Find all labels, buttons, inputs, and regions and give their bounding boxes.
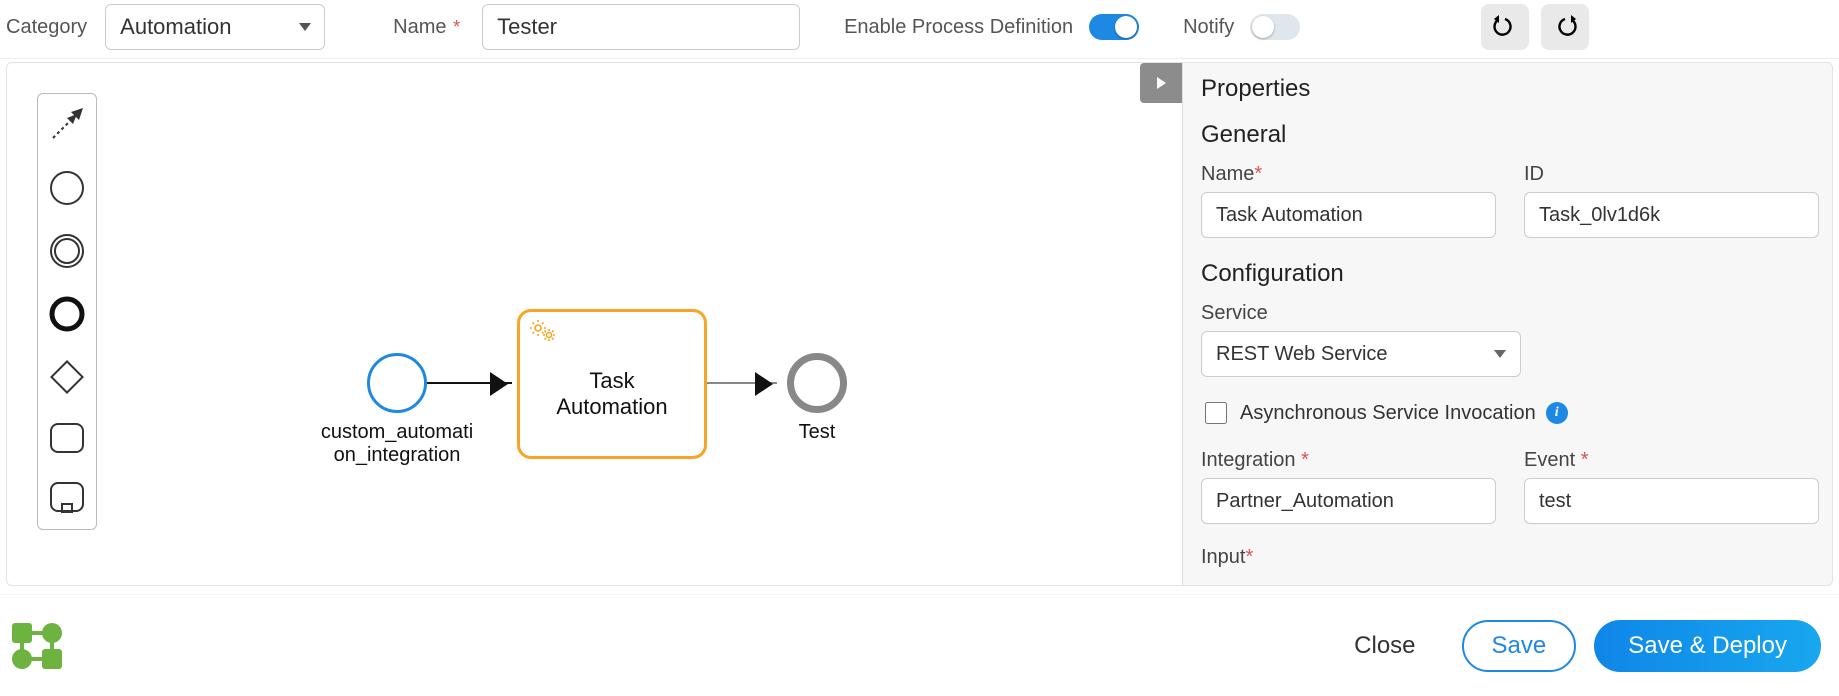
start-event-caption: custom_automati on_integration bbox=[317, 421, 477, 467]
task-node[interactable]: Task Automation bbox=[517, 309, 707, 459]
task-node-label: Task Automation bbox=[528, 340, 696, 448]
info-icon[interactable]: i bbox=[1546, 402, 1568, 424]
redo-button[interactable] bbox=[1541, 4, 1589, 50]
enable-process-label: Enable Process Definition bbox=[844, 16, 1073, 39]
bpmn-logo-icon bbox=[12, 623, 66, 669]
footer: Close Save Save & Deploy bbox=[0, 594, 1839, 696]
top-bar: Category Automation Name * Enable Proces… bbox=[0, 0, 1839, 59]
enable-process-toggle[interactable] bbox=[1089, 14, 1139, 40]
category-label: Category bbox=[6, 16, 87, 39]
category-value: Automation bbox=[105, 4, 325, 50]
prop-event-label: Event * bbox=[1524, 449, 1819, 472]
properties-panel: Properties General Name* ID Configuratio… bbox=[1182, 63, 1832, 585]
prop-service-label: Service bbox=[1201, 302, 1521, 325]
start-event-node[interactable] bbox=[367, 353, 427, 413]
category-dropdown[interactable]: Automation bbox=[105, 4, 325, 50]
async-label: Asynchronous Service Invocation bbox=[1240, 402, 1536, 425]
prop-name-input[interactable] bbox=[1201, 192, 1496, 238]
notify-toggle[interactable] bbox=[1250, 14, 1300, 40]
save-deploy-button[interactable]: Save & Deploy bbox=[1594, 620, 1821, 672]
workspace: custom_automati on_integration Task Auto… bbox=[6, 62, 1833, 586]
flow-task-to-end[interactable] bbox=[707, 382, 777, 384]
end-event-node[interactable] bbox=[787, 353, 847, 413]
section-general: General bbox=[1201, 121, 1814, 149]
save-button[interactable]: Save bbox=[1462, 620, 1577, 672]
end-event-caption: Test bbox=[787, 421, 847, 444]
panel-title: Properties bbox=[1201, 75, 1814, 103]
notify-label: Notify bbox=[1183, 16, 1234, 39]
gear-icon bbox=[528, 318, 558, 349]
section-configuration: Configuration bbox=[1201, 260, 1814, 288]
undo-icon bbox=[1493, 15, 1517, 39]
panel-collapse-button[interactable] bbox=[1140, 63, 1182, 103]
redo-icon bbox=[1553, 15, 1577, 39]
undo-button[interactable] bbox=[1481, 4, 1529, 50]
prop-service-select[interactable]: REST Web Service bbox=[1201, 331, 1521, 377]
name-input[interactable] bbox=[482, 4, 800, 50]
prop-integration-input[interactable] bbox=[1201, 478, 1496, 524]
prop-name-label: Name* bbox=[1201, 163, 1496, 186]
prop-input-label: Input* bbox=[1201, 546, 1814, 569]
prop-integration-label: Integration * bbox=[1201, 449, 1496, 472]
prop-id-label: ID bbox=[1524, 163, 1819, 186]
name-label: Name * bbox=[393, 16, 460, 39]
prop-event-input[interactable] bbox=[1524, 478, 1819, 524]
flow-start-to-task[interactable] bbox=[427, 382, 512, 384]
async-checkbox[interactable] bbox=[1205, 402, 1227, 424]
close-button[interactable]: Close bbox=[1326, 620, 1443, 672]
prop-id-input[interactable] bbox=[1524, 192, 1819, 238]
